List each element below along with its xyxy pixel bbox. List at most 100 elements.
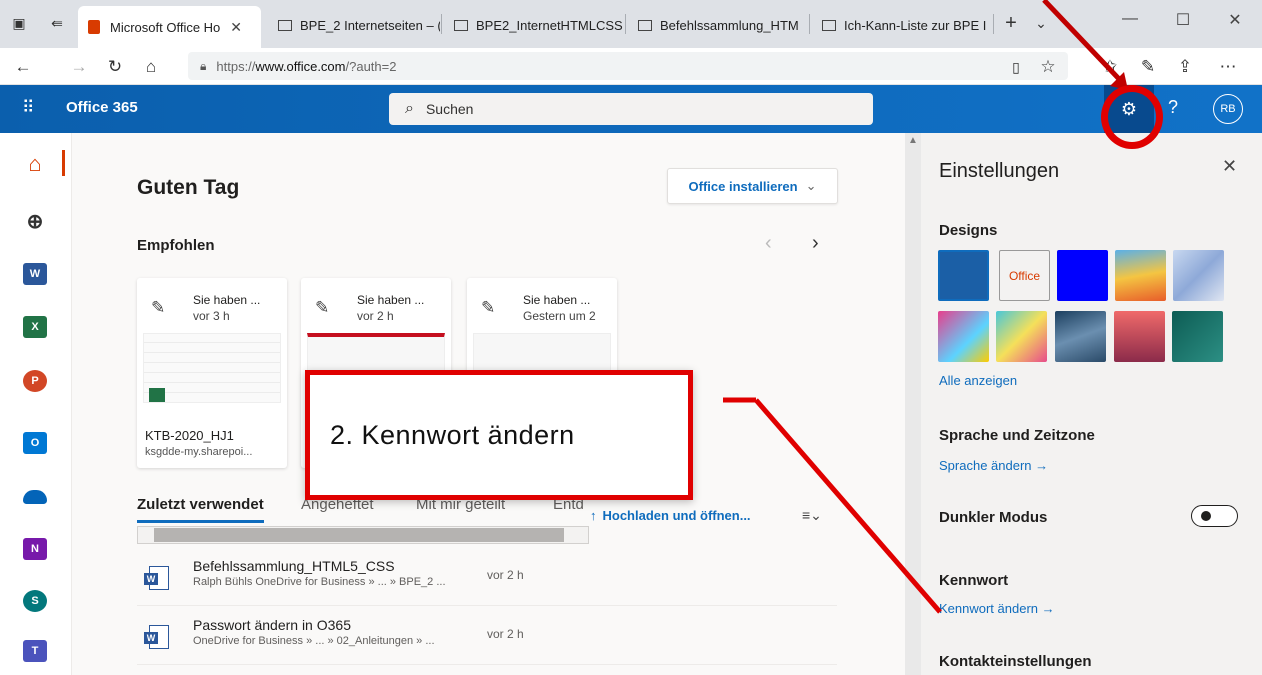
- vertical-tabs-icon[interactable]: ⇚: [46, 12, 68, 34]
- file-time: vor 2 h: [487, 627, 524, 641]
- carousel-next-icon[interactable]: ›: [812, 232, 819, 255]
- dark-mode-title: Dunkler Modus: [939, 509, 1048, 526]
- upload-label: Hochladen und öffnen...: [602, 508, 751, 523]
- word-rail-icon[interactable]: W: [23, 263, 47, 285]
- theme-tile-waves[interactable]: [1173, 250, 1224, 301]
- theme-tile-office[interactable]: Office: [999, 250, 1050, 301]
- settings-pane: [921, 133, 1262, 675]
- minimize-icon[interactable]: —: [1115, 10, 1145, 34]
- change-password-link[interactable]: Kennwort ändern →: [939, 601, 1055, 616]
- dark-mode-toggle[interactable]: [1191, 505, 1238, 527]
- page-icon: [454, 19, 468, 31]
- browser-tab-bar: ▣ ⇚ Microsoft Office Ho ✕ BPE_2 Internet…: [0, 0, 1262, 48]
- card-file-name: KTB-2020_HJ1: [145, 428, 234, 443]
- tab-label: Microsoft Office Ho: [110, 19, 221, 35]
- outlook-rail-icon[interactable]: O: [23, 432, 47, 454]
- favorite-star-icon[interactable]: ☆: [1035, 54, 1061, 80]
- theme-tile-pattern[interactable]: [996, 311, 1047, 362]
- close-tab-icon[interactable]: ✕: [230, 19, 242, 36]
- install-office-button[interactable]: Office installieren ⌄: [667, 168, 838, 204]
- file-row[interactable]: Befehlssammlung_HTML5_CSS Ralph Bühls On…: [137, 548, 837, 606]
- favorites-list-icon[interactable]: ✩: [1097, 54, 1123, 80]
- gear-highlight-circle: [1101, 85, 1163, 149]
- recommended-card[interactable]: ✎ Sie haben ... vor 3 h KTB-2020_HJ1 ksg…: [137, 278, 287, 468]
- chevron-down-icon: ⌄: [805, 178, 817, 193]
- card-activity: Sie haben ...: [357, 293, 425, 307]
- upload-open-button[interactable]: ↑ Hochladen und öffnen...: [590, 508, 751, 523]
- home-icon[interactable]: ⌂: [138, 54, 164, 80]
- office-header: ⠿ Office 365 ⌕ Suchen ⚙ ? RB: [0, 85, 1262, 133]
- tab-recent[interactable]: Zuletzt verwendet: [137, 496, 264, 523]
- tab-label: BPE2_InternetHTMLCSS: [476, 17, 623, 33]
- app-launcher-icon[interactable]: ⠿: [22, 98, 44, 120]
- url-path: /?auth=2: [345, 58, 397, 74]
- tab-label: Befehlssammlung_HTM: [660, 17, 799, 33]
- tab-separator: [441, 14, 442, 34]
- powerpoint-rail-icon[interactable]: P: [23, 370, 47, 392]
- main-scrollbar[interactable]: ▲: [905, 133, 921, 675]
- url-field[interactable]: 🔒︎ https://www.office.com/?auth=2: [188, 52, 1068, 80]
- onedrive-rail-icon[interactable]: [23, 490, 47, 504]
- onenote-rail-icon[interactable]: N: [23, 538, 47, 560]
- home-rail-icon[interactable]: ⌂: [23, 151, 47, 176]
- share-icon[interactable]: ⇪: [1172, 54, 1198, 80]
- brand-title[interactable]: Office 365: [66, 99, 138, 116]
- close-window-icon[interactable]: ✕: [1220, 10, 1250, 34]
- maximize-icon[interactable]: ☐: [1168, 10, 1198, 34]
- excel-rail-icon[interactable]: X: [23, 316, 47, 338]
- tab-separator: [809, 14, 810, 34]
- new-tab-icon[interactable]: +: [1000, 12, 1022, 34]
- tab-bpe2-internetseiten[interactable]: BPE_2 Internetseiten – (: [268, 8, 440, 42]
- theme-tile-blue[interactable]: [1057, 250, 1108, 301]
- upload-arrow-icon: ↑: [590, 508, 597, 523]
- settings-title: Einstellungen: [939, 160, 1060, 182]
- tab-ich-kann-liste[interactable]: Ich-Kann-Liste zur BPE I: [812, 8, 992, 42]
- tab-list-chevron-icon[interactable]: ⌄: [1030, 12, 1052, 34]
- back-arrow-icon[interactable]: ←: [10, 54, 36, 80]
- office-theme-label: Office: [1008, 268, 1041, 283]
- theme-tile-palms[interactable]: [1114, 311, 1165, 362]
- tab-label: Ich-Kann-Liste zur BPE I: [844, 17, 987, 33]
- create-rail-icon[interactable]: ⊕: [23, 210, 47, 233]
- language-title: Sprache und Zeitzone: [939, 427, 1095, 444]
- file-name: Passwort ändern in O365: [193, 617, 351, 633]
- office-logo-icon: [88, 20, 100, 34]
- file-path: Ralph Bühls OneDrive for Business » ... …: [193, 576, 446, 588]
- tab-befehlssammlung[interactable]: Befehlssammlung_HTM: [628, 8, 808, 42]
- greeting-title: Guten Tag: [137, 176, 240, 199]
- page-icon: [638, 19, 652, 31]
- carousel-prev-icon[interactable]: ‹: [765, 232, 772, 255]
- search-box[interactable]: ⌕ Suchen: [389, 93, 873, 125]
- tabs-scrollbar-thumb[interactable]: [154, 528, 564, 542]
- edit-pen-icon: ✎: [151, 298, 166, 317]
- teams-rail-icon[interactable]: T: [23, 640, 47, 662]
- avatar[interactable]: RB: [1213, 94, 1243, 124]
- callout-text: 2. Kennwort ändern: [330, 419, 575, 450]
- theme-tile-circuit[interactable]: [1172, 311, 1223, 362]
- scroll-up-icon[interactable]: ▲: [908, 135, 918, 146]
- excel-file-icon: [149, 388, 165, 402]
- tab-bpe2-html-css[interactable]: BPE2_InternetHTMLCSS: [444, 8, 624, 42]
- theme-tile-ocean[interactable]: [1055, 311, 1106, 362]
- help-icon[interactable]: ?: [1168, 97, 1178, 118]
- word-file-icon: [144, 625, 169, 649]
- file-row[interactable]: Passwort ändern in O365 OneDrive for Bus…: [137, 607, 837, 665]
- theme-tile-art[interactable]: [938, 311, 989, 362]
- close-pane-icon[interactable]: ✕: [1222, 156, 1237, 177]
- change-language-link[interactable]: Sprache ändern →: [939, 458, 1048, 473]
- password-title: Kennwort: [939, 572, 1009, 589]
- theme-tile-selected[interactable]: [938, 250, 989, 301]
- reader-view-icon[interactable]: ▯: [1003, 54, 1029, 80]
- refresh-icon[interactable]: ↻: [102, 54, 128, 80]
- forward-arrow-icon[interactable]: →: [66, 54, 92, 80]
- sharepoint-rail-icon[interactable]: S: [23, 590, 47, 612]
- edit-pen-icon: ✎: [481, 298, 496, 317]
- search-placeholder: Suchen: [425, 101, 474, 117]
- theme-tile-sunset[interactable]: [1115, 250, 1166, 301]
- tab-actions-icon[interactable]: ▣: [8, 12, 30, 34]
- pen-icon[interactable]: ✎: [1135, 54, 1161, 80]
- tab-office-home[interactable]: Microsoft Office Ho ✕: [78, 6, 261, 48]
- show-all-themes-link[interactable]: Alle anzeigen: [939, 373, 1017, 388]
- sort-filter-icon[interactable]: ≡⌄: [802, 507, 822, 524]
- more-icon[interactable]: ⋯: [1215, 54, 1241, 80]
